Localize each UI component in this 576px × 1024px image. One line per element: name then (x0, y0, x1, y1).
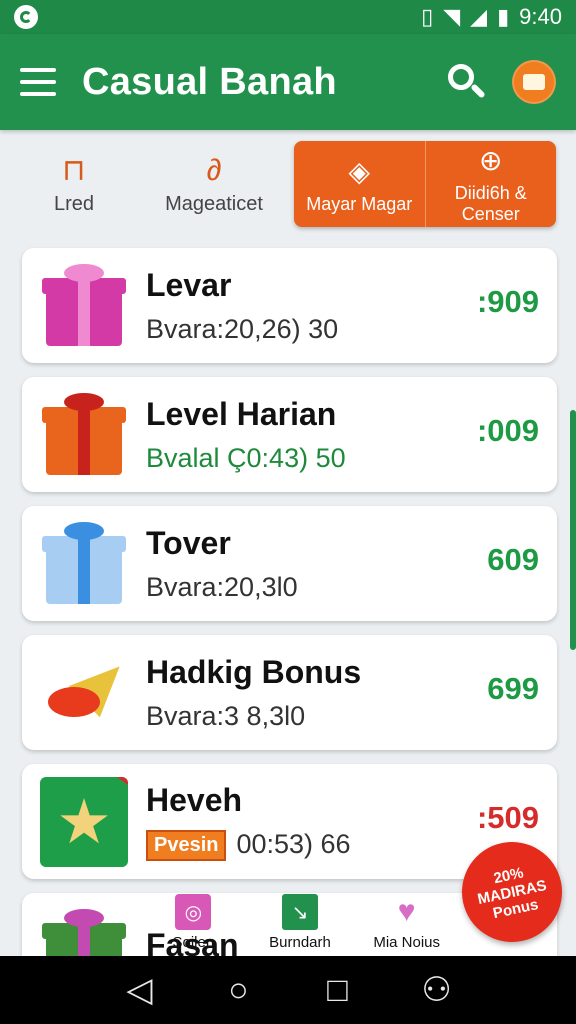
account-icon[interactable]: ⚇ (412, 970, 462, 1010)
search-icon[interactable] (444, 60, 488, 104)
bottom-nav: ◎ Soilen ↘ Burndarh ♥ Mia Noius (140, 894, 460, 956)
tab-label: Mayar Magar (306, 193, 413, 214)
graph-icon: ↘ (282, 894, 318, 930)
nav-soilen[interactable]: ◎ Soilen (140, 894, 247, 956)
nav-mia-noius[interactable]: ♥ Mia Noius (353, 894, 460, 956)
battery-icon: ▮ (497, 4, 510, 29)
app-bar: Casual Banah (0, 34, 576, 130)
magnet-icon: ∂ (206, 153, 222, 187)
tab-label: Lred (53, 192, 95, 215)
tab-label: Diidi6h & Censer (454, 183, 527, 224)
system-nav-bar: ◁ ○ □ ⚇ (0, 956, 576, 1024)
item-percent: :909 (476, 284, 539, 319)
party-bow-icon (42, 650, 136, 735)
menu-icon[interactable] (20, 68, 56, 96)
orange-gift-icon (42, 392, 126, 477)
photo-icon: ◎ (175, 894, 212, 930)
globe-icon: ⊕ (479, 145, 503, 176)
nav-label: Burndarh (269, 934, 331, 951)
nav-burndarh[interactable]: ↘ Burndarh (247, 894, 354, 956)
list-item[interactable]: Levar Bvara:20,26) 30 :909 (22, 248, 557, 363)
item-percent: :509 (476, 800, 539, 835)
list-item[interactable]: Level Harian Bvalal Ç0:43) 50 :009 (22, 377, 557, 492)
nav-label: Soilen (172, 934, 215, 951)
item-percent: :009 (476, 413, 539, 448)
tab-mageaticet[interactable]: ∂ Mageaticet (134, 153, 294, 216)
pink-gift-icon (42, 263, 126, 348)
home-icon[interactable]: ○ (214, 971, 264, 1010)
app-notification-icon (14, 5, 38, 29)
tab-label: Mageaticet (165, 192, 263, 215)
nav-label: Mia Noius (373, 934, 441, 951)
status-bar: ▯ ◥ ◢ ▮ 9:40 (0, 0, 576, 34)
item-badge: Pvesin (146, 830, 227, 862)
eye-tag-icon: ◈ (348, 155, 371, 187)
signal-icon: ◢ (470, 4, 488, 29)
status-time: 9:40 (519, 4, 562, 29)
item-subtitle: 00:53) 66 (236, 828, 351, 859)
heart-icon: ♥ (397, 895, 416, 928)
tab-diidi6h-censer[interactable]: ⊕ Diidi6h & Censer (424, 141, 557, 227)
bag-icon: ⊓ (62, 153, 86, 187)
category-tabs: ⊓ Lred ∂ Mageaticet ◈ Mayar Magar ⊕ Diid… (0, 130, 576, 238)
recents-icon[interactable]: □ (313, 971, 363, 1010)
vibrate-icon: ▯ (421, 4, 434, 29)
tab-group-active: ◈ Mayar Magar ⊕ Diidi6h & Censer (294, 141, 556, 227)
list-item[interactable]: Hadkig Bonus Bvara:3 8,3l0 699 (22, 635, 557, 750)
tab-mayar-magar[interactable]: ◈ Mayar Magar (294, 141, 425, 227)
scrollbar[interactable] (570, 410, 576, 650)
blue-gift-icon (42, 521, 126, 606)
tab-lred[interactable]: ⊓ Lred (14, 153, 134, 216)
wifi-icon: ◥ (443, 4, 461, 29)
profile-avatar[interactable] (512, 60, 556, 104)
back-icon[interactable]: ◁ (115, 970, 165, 1010)
list-item[interactable]: Tover Bvara:20,3l0 609 (22, 506, 557, 621)
star-tile-icon: ★ (40, 776, 128, 867)
item-percent: 609 (487, 542, 539, 577)
corner-ribbon (115, 776, 128, 790)
item-percent: 699 (487, 671, 539, 706)
app-title: Casual Banah (82, 60, 337, 103)
